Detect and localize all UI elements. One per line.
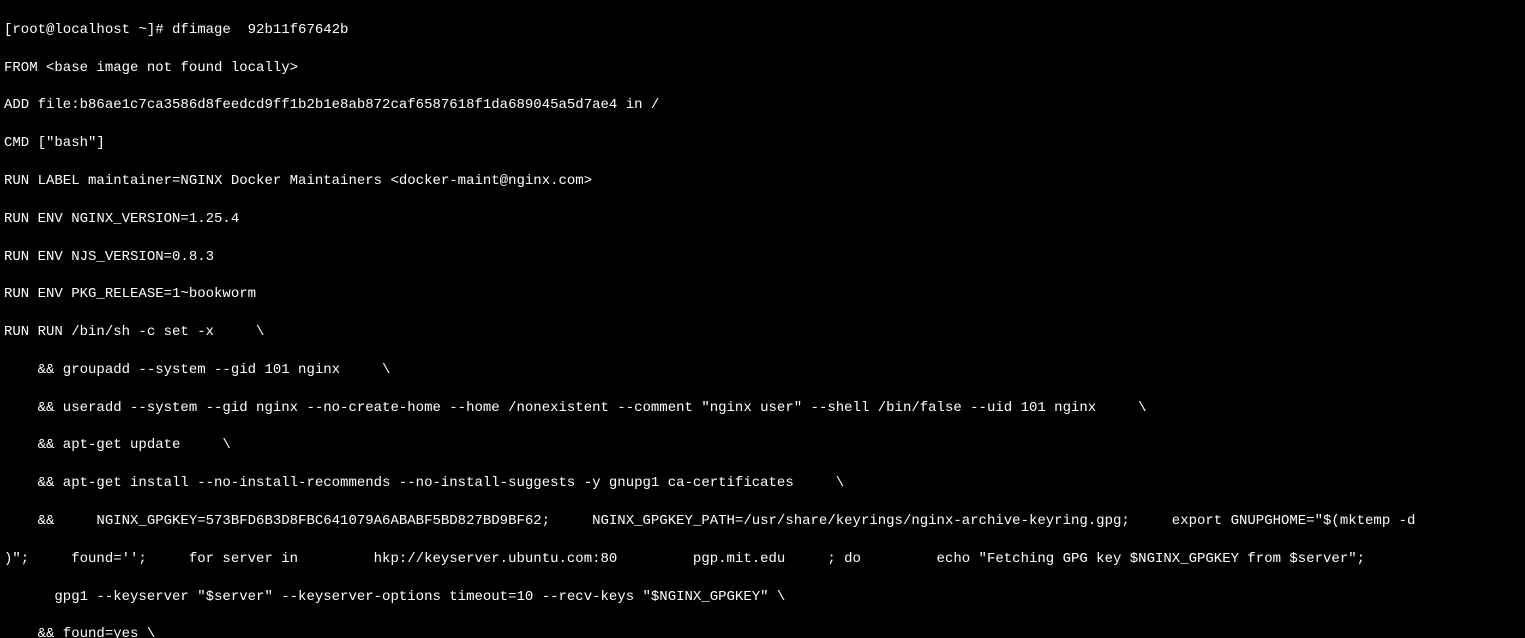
terminal-line: )"; found=''; for server in hkp://keyser… xyxy=(4,550,1521,569)
terminal-line: && apt-get update \ xyxy=(4,436,1521,455)
terminal-line: RUN ENV PKG_RELEASE=1~bookworm xyxy=(4,285,1521,304)
terminal-window[interactable]: [root@localhost ~]# dfimage 92b11f67642b… xyxy=(0,0,1525,638)
terminal-line: && apt-get install --no-install-recommen… xyxy=(4,474,1521,493)
terminal-line: && NGINX_GPGKEY=573BFD6B3D8FBC641079A6AB… xyxy=(4,512,1521,531)
terminal-line: RUN LABEL maintainer=NGINX Docker Mainta… xyxy=(4,172,1521,191)
terminal-line: RUN ENV NJS_VERSION=0.8.3 xyxy=(4,248,1521,267)
terminal-line: && found=yes \ xyxy=(4,625,1521,638)
terminal-line: && groupadd --system --gid 101 nginx \ xyxy=(4,361,1521,380)
terminal-line: RUN ENV NGINX_VERSION=1.25.4 xyxy=(4,210,1521,229)
terminal-line: ADD file:b86ae1c7ca3586d8feedcd9ff1b2b1e… xyxy=(4,96,1521,115)
terminal-line: [root@localhost ~]# dfimage 92b11f67642b xyxy=(4,21,1521,40)
terminal-line: CMD ["bash"] xyxy=(4,134,1521,153)
terminal-line: FROM <base image not found locally> xyxy=(4,59,1521,78)
terminal-line: gpg1 --keyserver "$server" --keyserver-o… xyxy=(4,588,1521,607)
terminal-line: && useradd --system --gid nginx --no-cre… xyxy=(4,399,1521,418)
terminal-line: RUN RUN /bin/sh -c set -x \ xyxy=(4,323,1521,342)
